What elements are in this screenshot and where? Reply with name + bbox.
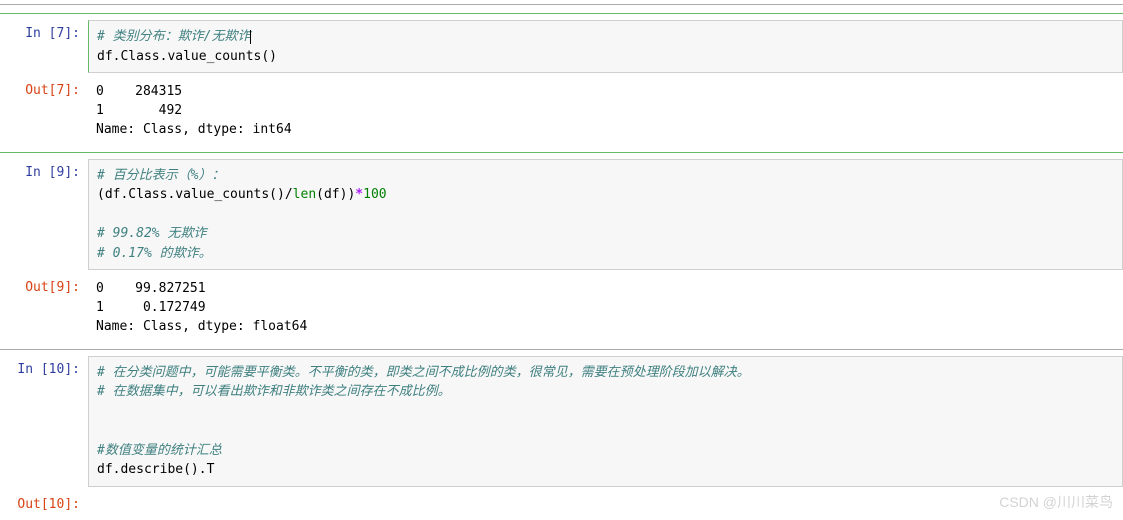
code-input-area[interactable]: # 在分类问题中，可能需要平衡类。不平衡的类，即类之间不成比例的类，很常见，需要… xyxy=(88,356,1123,487)
output-row: Out[7]: 0 284315 1 492 Name: Class, dtyp… xyxy=(0,75,1123,148)
cell-divider xyxy=(0,4,1123,5)
code-number: 100 xyxy=(363,187,386,202)
output-prompt: Out[10]: xyxy=(0,491,88,512)
code-part: (df.Class.value_counts()/ xyxy=(97,187,293,202)
text-cursor xyxy=(250,30,251,44)
output-prompt: Out[7]: xyxy=(0,77,88,98)
code-line: df.Class.value_counts() xyxy=(97,49,277,64)
code-comment: # 在数据集中，可以看出欺诈和非欺诈类之间存在不成比例。 xyxy=(97,384,451,399)
code-output-area: 0 284315 1 492 Name: Class, dtype: int64 xyxy=(88,77,1123,146)
code-output-area: 0 99.827251 1 0.172749 Name: Class, dtyp… xyxy=(88,274,1123,343)
code-input-area[interactable]: # 百分比表示（%）： (df.Class.value_counts()/len… xyxy=(88,159,1123,271)
input-row: In [10]: # 在分类问题中，可能需要平衡类。不平衡的类，即类之间不成比例… xyxy=(0,354,1123,489)
output-prompt: Out[9]: xyxy=(0,274,88,295)
output-row: Out[10]: xyxy=(0,489,1123,514)
code-comment: # 0.17% 的欺诈。 xyxy=(97,246,212,261)
input-prompt: In [10]: xyxy=(0,356,88,377)
input-row: In [9]: # 百分比表示（%）： (df.Class.value_coun… xyxy=(0,157,1123,273)
input-row: In [7]: # 类别分布：欺诈/无欺诈 df.Class.value_cou… xyxy=(0,18,1123,75)
code-comment: # 类别分布：欺诈/无欺诈 xyxy=(97,29,250,44)
output-row: Out[9]: 0 99.827251 1 0.172749 Name: Cla… xyxy=(0,272,1123,345)
cell-top-border xyxy=(0,13,1123,14)
code-output-area xyxy=(88,491,1123,503)
code-input-area[interactable]: # 类别分布：欺诈/无欺诈 df.Class.value_counts() xyxy=(88,20,1123,73)
input-prompt: In [9]: xyxy=(0,159,88,180)
notebook-cell-10: In [10]: # 在分类问题中，可能需要平衡类。不平衡的类，即类之间不成比例… xyxy=(0,354,1123,514)
cell-divider xyxy=(0,349,1123,350)
code-comment: # 百分比表示（%）： xyxy=(97,168,224,183)
code-comment: # 在分类问题中，可能需要平衡类。不平衡的类，即类之间不成比例的类，很常见，需要… xyxy=(97,365,750,380)
code-comment: # 99.82% 无欺诈 xyxy=(97,226,206,241)
code-operator: * xyxy=(355,187,363,202)
code-comment: #数值变量的统计汇总 xyxy=(97,443,222,458)
input-prompt: In [7]: xyxy=(0,20,88,41)
notebook-cell-9: In [9]: # 百分比表示（%）： (df.Class.value_coun… xyxy=(0,157,1123,345)
code-part: (df)) xyxy=(316,187,355,202)
notebook-cell-7: In [7]: # 类别分布：欺诈/无欺诈 df.Class.value_cou… xyxy=(0,9,1123,157)
cell-bottom-border xyxy=(0,152,1123,153)
code-builtin: len xyxy=(293,187,316,202)
code-line: df.describe().T xyxy=(97,462,214,477)
